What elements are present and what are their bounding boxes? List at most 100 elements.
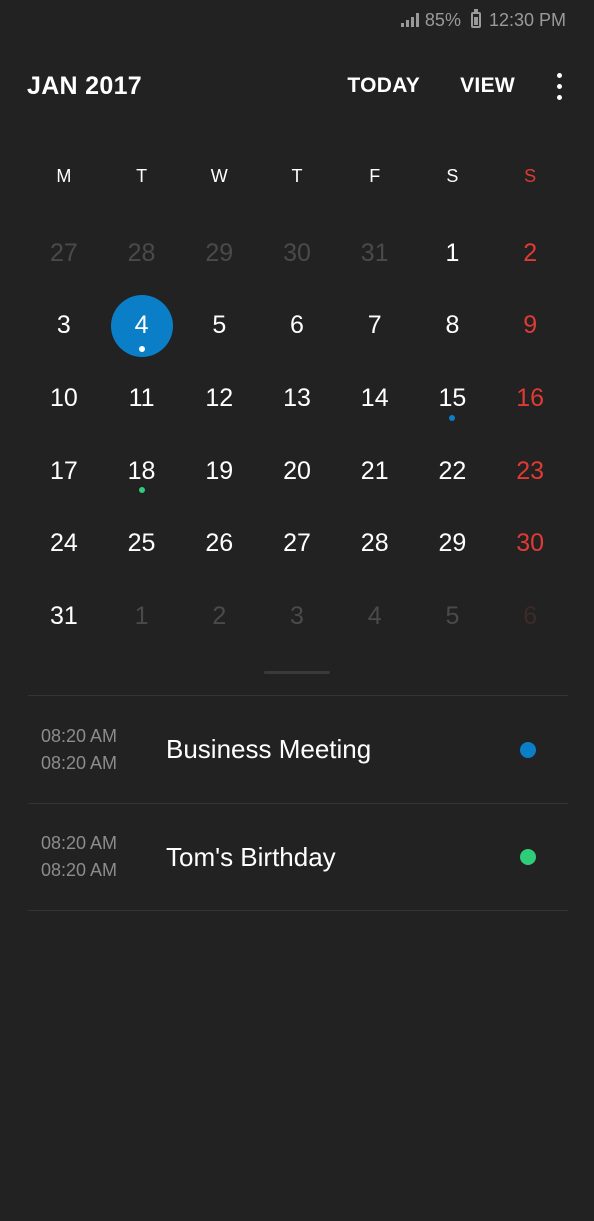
day-cell[interactable]: 11	[103, 362, 181, 435]
day-cell[interactable]: 20	[258, 435, 336, 508]
event-times: 08:20 AM 08:20 AM	[28, 726, 166, 774]
day-cell[interactable]: 15	[414, 362, 492, 435]
day-cell[interactable]: 27	[25, 217, 103, 290]
day-number: 16	[516, 383, 545, 412]
more-options-icon[interactable]	[555, 69, 564, 104]
day-number: 5	[445, 601, 460, 630]
event-end-time: 08:20 AM	[41, 860, 118, 880]
day-number: 4	[367, 601, 382, 630]
day-cell[interactable]: 10	[25, 362, 103, 435]
day-number: 30	[283, 238, 311, 267]
day-cell-selected[interactable]: 4	[103, 290, 181, 363]
weekday-label: M	[56, 166, 72, 186]
event-indicator-dot	[138, 346, 145, 353]
day-number: 2	[523, 238, 538, 267]
day-cell[interactable]: 28	[336, 507, 414, 580]
drag-handle[interactable]	[264, 671, 330, 674]
day-cell[interactable]: 29	[180, 217, 258, 290]
day-number: 13	[283, 383, 311, 412]
day-number: 27	[283, 529, 311, 558]
day-cell[interactable]: 12	[180, 362, 258, 435]
day-number: 18	[127, 456, 156, 485]
status-time: 12:30 PM	[488, 9, 566, 30]
day-cell[interactable]: 30	[258, 217, 336, 290]
day-number: 20	[283, 456, 311, 485]
day-number: 3	[56, 311, 71, 340]
day-cell[interactable]: 1	[414, 217, 492, 290]
day-number: 23	[516, 456, 545, 485]
event-indicator-dot	[138, 487, 145, 494]
day-number: 14	[360, 383, 389, 412]
day-number: 12	[205, 383, 234, 412]
day-cell[interactable]: 5	[180, 290, 258, 363]
day-number: 17	[49, 456, 78, 485]
day-cell[interactable]: 17	[25, 435, 103, 508]
day-number: 2	[212, 601, 227, 630]
day-cell[interactable]: 2	[491, 217, 569, 290]
view-button[interactable]: VIEW	[460, 74, 515, 98]
day-number: 1	[134, 601, 149, 630]
day-cell[interactable]: 30	[491, 507, 569, 580]
day-number: 27	[49, 238, 78, 267]
day-cell[interactable]: 19	[180, 435, 258, 508]
day-cell[interactable]: 14	[336, 362, 414, 435]
month-title[interactable]: JAN 2017	[27, 72, 347, 101]
day-cell[interactable]: 3	[258, 580, 336, 653]
day-number: 15	[438, 383, 467, 412]
day-number: 26	[205, 529, 234, 558]
day-cell[interactable]: 25	[103, 507, 181, 580]
day-number: 30	[516, 529, 545, 558]
day-number: 9	[523, 311, 538, 340]
day-number: 29	[438, 529, 467, 558]
day-number: 22	[438, 456, 467, 485]
day-number: 7	[367, 311, 382, 340]
event-row[interactable]: 08:20 AM 08:20 AM Tom's Birthday	[28, 803, 568, 911]
signal-icon	[400, 13, 419, 27]
day-number: 25	[127, 529, 156, 558]
day-number: 31	[49, 601, 78, 630]
day-cell[interactable]: 24	[25, 507, 103, 580]
day-number: 1	[445, 238, 460, 267]
day-cell[interactable]: 18	[103, 435, 181, 508]
day-number: 31	[360, 238, 389, 267]
weekday-label: T	[136, 166, 148, 186]
event-list: 08:20 AM 08:20 AM Business Meeting 08:20 AM…	[28, 695, 568, 911]
status-bar: 85% 12:30 PM	[0, 0, 594, 40]
day-number: 4	[134, 311, 149, 340]
day-cell[interactable]: 9	[491, 290, 569, 363]
today-button[interactable]: TODAY	[347, 74, 420, 98]
day-cell[interactable]: 27	[258, 507, 336, 580]
day-cell[interactable]: 23	[491, 435, 569, 508]
day-number: 6	[523, 601, 538, 630]
event-start-time: 08:20 AM	[41, 725, 118, 746]
day-cell[interactable]: 13	[258, 362, 336, 435]
day-cell[interactable]: 29	[414, 507, 492, 580]
calendar-screen: 85% 12:30 PM JAN 2017 TODAY VIEW M T W T F S S…	[0, 0, 594, 1221]
day-cell[interactable]: 31	[336, 217, 414, 290]
day-cell[interactable]: 8	[414, 290, 492, 363]
day-cell[interactable]: 6	[491, 580, 569, 653]
event-end-time: 08:20 AM	[41, 752, 118, 773]
event-times: 08:20 AM 08:20 AM	[28, 833, 166, 881]
day-cell[interactable]: 3	[25, 290, 103, 363]
day-cell[interactable]: 16	[491, 362, 569, 435]
day-cell[interactable]: 4	[336, 580, 414, 653]
event-title: Tom's Birthday	[166, 841, 336, 872]
day-number: 21	[360, 456, 389, 485]
day-cell[interactable]: 5	[414, 580, 492, 653]
day-cell[interactable]: 21	[336, 435, 414, 508]
day-cell[interactable]: 7	[336, 290, 414, 363]
day-cell[interactable]: 26	[180, 507, 258, 580]
day-number: 3	[290, 601, 304, 630]
day-cell[interactable]: 31	[25, 580, 103, 653]
day-cell[interactable]: 1	[103, 580, 181, 653]
day-number: 19	[205, 456, 234, 485]
event-row[interactable]: 08:20 AM 08:20 AM Business Meeting	[28, 695, 568, 803]
day-cell[interactable]: 2	[180, 580, 258, 653]
day-number: 28	[360, 529, 389, 558]
day-cell[interactable]: 28	[103, 217, 181, 290]
day-cell[interactable]: 6	[258, 290, 336, 363]
day-number: 11	[128, 383, 155, 412]
battery-icon	[470, 9, 481, 28]
day-cell[interactable]: 22	[414, 435, 492, 508]
